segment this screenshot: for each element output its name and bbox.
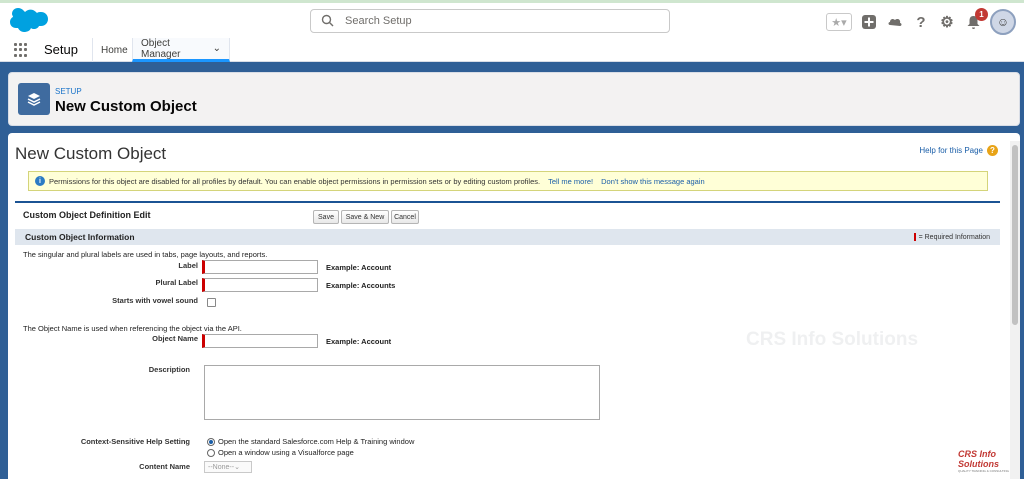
- dont-show-message-link[interactable]: Don't show this message again: [601, 177, 705, 186]
- crs-logo-title: CRS Info Solutions: [958, 449, 999, 469]
- help-visualforce-label: Open a window using a Visualforce page: [218, 448, 354, 457]
- user-avatar[interactable]: ☺: [990, 9, 1016, 35]
- object-name-input[interactable]: [202, 334, 318, 348]
- description-textarea[interactable]: [204, 365, 600, 420]
- app-navigation: Setup Home Object Manager ⌄: [0, 38, 1024, 62]
- global-header: Search Setup ★▾ ? ⚙ 1 ☺: [0, 0, 1024, 38]
- vowel-sound-checkbox[interactable]: [207, 298, 216, 307]
- tab-object-manager-label: Object Manager: [141, 37, 181, 60]
- plural-label-input[interactable]: [202, 278, 318, 292]
- label-input[interactable]: [202, 260, 318, 274]
- setup-gear-icon[interactable]: ⚙: [938, 13, 956, 31]
- watermark-text: CRS Info Solutions: [746, 329, 919, 350]
- help-visualforce-radio[interactable]: [207, 449, 215, 457]
- tab-home-label: Home: [101, 44, 128, 56]
- page-title: New Custom Object: [55, 98, 197, 115]
- save-and-new-button[interactable]: Save & New: [341, 210, 389, 224]
- custom-object-information-header: Custom Object Information = Required Inf…: [15, 229, 1000, 245]
- notice-text: Permissions for this object are disabled…: [49, 176, 541, 186]
- vowel-sound-field-label: Starts with vowel sound: [112, 296, 198, 305]
- app-launcher-icon[interactable]: [14, 43, 28, 57]
- help-standard-radio[interactable]: [207, 438, 215, 446]
- object-name-example: Example: Account: [326, 337, 392, 346]
- required-info-text: = Required Information: [918, 233, 990, 241]
- tell-me-more-link[interactable]: Tell me more!: [548, 177, 593, 186]
- plural-label-example: Example: Accounts: [326, 281, 396, 290]
- content-title: New Custom Object: [15, 144, 167, 163]
- help-setting-field-label: Context-Sensitive Help Setting: [80, 437, 190, 446]
- info-icon: i: [35, 176, 45, 186]
- salesforce-logo[interactable]: [8, 8, 50, 36]
- object-name-field-label: Object Name: [152, 334, 198, 343]
- help-question-icon[interactable]: ?: [912, 13, 930, 31]
- search-placeholder: Search Setup: [345, 15, 412, 27]
- content-name-value: --None--: [208, 463, 235, 471]
- search-box[interactable]: Search Setup: [310, 9, 670, 33]
- plural-label-field-label: Plural Label: [155, 278, 198, 287]
- required-marker: [913, 233, 916, 241]
- page-header: SETUP New Custom Object: [8, 72, 1020, 126]
- main-content: New Custom Object Help for this Page ? i…: [8, 133, 1020, 479]
- tab-object-manager[interactable]: Object Manager ⌄: [132, 38, 230, 62]
- crs-logo-tagline: QUALITY TRAINING & CONSULTING: [958, 469, 1010, 473]
- breadcrumb[interactable]: SETUP: [55, 87, 82, 96]
- trailhead-icon[interactable]: [886, 13, 904, 31]
- help-link-label: Help for this Page: [919, 146, 983, 155]
- crs-logo: CRS Info Solutions QUALITY TRAINING & CO…: [958, 449, 1020, 473]
- vertical-scrollbar[interactable]: [1010, 141, 1020, 479]
- content-name-field-label: Content Name: [139, 462, 190, 471]
- save-button[interactable]: Save: [313, 210, 339, 224]
- required-information-legend: = Required Information: [913, 233, 990, 241]
- info-section-title: Custom Object Information: [25, 232, 135, 242]
- definition-edit-header: Custom Object Definition Edit Save Save …: [15, 201, 1000, 227]
- favorites-star-icon[interactable]: ★▾: [826, 13, 852, 31]
- permissions-notice: i Permissions for this object are disabl…: [28, 171, 988, 191]
- content-name-select[interactable]: --None-- ⌄: [204, 461, 252, 473]
- chevron-down-icon[interactable]: ⌄: [213, 43, 221, 54]
- scrollbar-thumb[interactable]: [1012, 145, 1018, 325]
- app-name: Setup: [44, 42, 78, 57]
- search-icon: [321, 14, 334, 27]
- cancel-button[interactable]: Cancel: [391, 210, 419, 224]
- labels-note: The singular and plural labels are used …: [23, 250, 268, 259]
- notification-badge: 1: [975, 8, 988, 21]
- help-standard-label: Open the standard Salesforce.com Help & …: [218, 437, 415, 446]
- description-field-label: Description: [148, 365, 190, 374]
- label-example: Example: Account: [326, 263, 392, 272]
- api-note: The Object Name is used when referencing…: [23, 324, 242, 333]
- help-for-page-link[interactable]: Help for this Page ?: [919, 145, 998, 156]
- help-circle-icon: ?: [987, 145, 998, 156]
- section-title: Custom Object Definition Edit: [23, 210, 151, 220]
- tab-home[interactable]: Home: [92, 38, 132, 62]
- notifications-bell-icon[interactable]: 1: [964, 8, 988, 31]
- header-icons: ★▾ ? ⚙ 1 ☺: [826, 8, 1016, 36]
- layers-icon: [18, 83, 50, 115]
- global-actions-plus-icon[interactable]: [860, 13, 878, 31]
- label-field-label: Label: [178, 261, 198, 270]
